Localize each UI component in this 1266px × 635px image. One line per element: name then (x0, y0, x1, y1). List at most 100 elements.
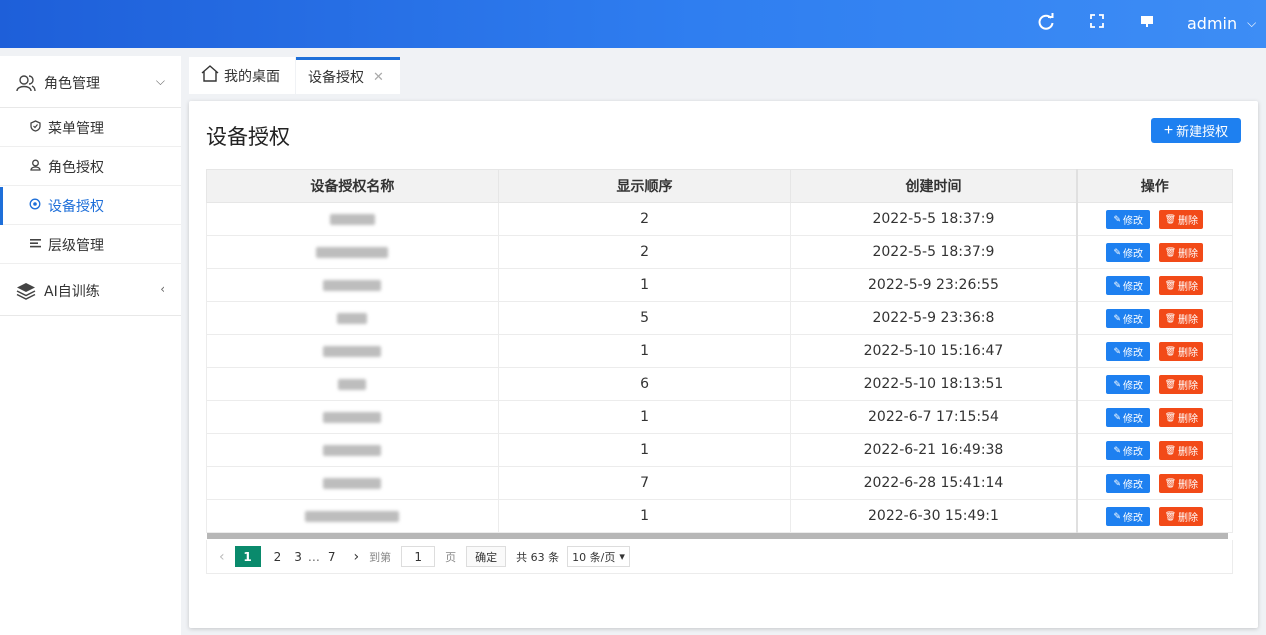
display-order-cell: 1 (497, 334, 792, 368)
delete-button[interactable]: 🗑 删除 (1159, 407, 1204, 427)
redacted-name (323, 411, 382, 423)
edit-button[interactable]: ✎ 修改 (1106, 407, 1151, 427)
sidebar-item-label: 角色授权 (48, 159, 104, 176)
delete-button[interactable]: 🗑 删除 (1159, 506, 1204, 526)
pencil-icon: ✎ (1113, 312, 1122, 323)
chevron-down-icon: ⌵ (155, 74, 165, 88)
trash-icon: 🗑 (1164, 378, 1176, 389)
page-link-last[interactable]: 7 (328, 550, 336, 564)
trash-icon: 🗑 (1164, 411, 1176, 422)
delete-label: 删除 (1178, 413, 1198, 425)
edit-button[interactable]: ✎ 修改 (1106, 275, 1151, 295)
page-size-value: 10 条/页 (572, 550, 616, 564)
pencil-icon: ✎ (1113, 378, 1122, 389)
created-time-cell: 2022-6-21 16:49:38 (790, 433, 1078, 467)
actions-cell: ✎ 修改 🗑 删除 (1075, 235, 1233, 269)
actions-cell: ✎ 修改 🗑 删除 (1075, 466, 1233, 500)
edit-button[interactable]: ✎ 修改 (1106, 242, 1151, 262)
sidebar-group-role[interactable]: 角色管理 ⌵ (0, 58, 181, 108)
delete-button[interactable]: 🗑 删除 (1159, 341, 1204, 361)
edit-button[interactable]: ✎ 修改 (1106, 506, 1151, 526)
data-table: 设备授权名称 显示顺序 创建时间 操作 2 2022-5-5 18:37:9 ✎ 修改… (206, 169, 1233, 533)
table-row: 1 2022-5-9 23:26:55 ✎ 修改 🗑 删除 (206, 268, 1233, 302)
page-link[interactable]: 3 (294, 550, 302, 564)
plus-icon: + (1163, 121, 1174, 139)
edit-button[interactable]: ✎ 修改 (1106, 374, 1151, 394)
column-header[interactable]: 创建时间 (790, 169, 1078, 203)
edit-button[interactable]: ✎ 修改 (1106, 440, 1151, 460)
delete-button[interactable]: 🗑 删除 (1159, 242, 1204, 262)
display-order-cell: 6 (497, 367, 792, 401)
target-icon (28, 198, 42, 213)
page-current[interactable]: 1 (234, 546, 261, 567)
device-auth-name-cell (206, 400, 499, 434)
display-order-cell: 1 (497, 433, 792, 467)
delete-button[interactable]: 🗑 删除 (1159, 440, 1204, 460)
device-auth-name-cell (206, 466, 499, 500)
home-icon (201, 65, 219, 86)
user-menu[interactable]: admin ⌵ (1187, 14, 1256, 33)
sidebar: 角色管理 ⌵ 菜单管理 角色授权 设备授权 层级管理 AI自训练 ‹ (0, 56, 181, 635)
delete-button[interactable]: 🗑 删除 (1159, 374, 1204, 394)
tab-desktop[interactable]: 我的桌面 (189, 57, 295, 94)
new-auth-button[interactable]: + 新建授权 (1151, 118, 1241, 143)
edit-button[interactable]: ✎ 修改 (1106, 209, 1151, 229)
delete-label: 删除 (1178, 314, 1198, 326)
sidebar-item-label: 层级管理 (48, 237, 104, 254)
refresh-icon[interactable] (1035, 13, 1057, 35)
delete-button[interactable]: 🗑 删除 (1159, 473, 1204, 493)
column-header[interactable]: 设备授权名称 (206, 169, 499, 203)
delete-button[interactable]: 🗑 删除 (1159, 308, 1204, 328)
pencil-icon: ✎ (1113, 510, 1122, 521)
table-row: 7 2022-6-28 15:41:14 ✎ 修改 🗑 删除 (206, 466, 1233, 500)
table-header-row: 设备授权名称 显示顺序 创建时间 操作 (206, 169, 1233, 203)
display-order-cell: 2 (497, 202, 792, 236)
goto-confirm-button[interactable]: 确定 (466, 546, 507, 567)
sidebar-item-menu[interactable]: 菜单管理 (0, 109, 181, 147)
device-auth-name-cell (206, 202, 499, 236)
device-auth-name-cell (206, 301, 499, 335)
page-link[interactable]: 2 (274, 550, 282, 564)
edit-label: 修改 (1123, 281, 1144, 293)
redacted-name (305, 510, 400, 522)
display-order-cell: 1 (497, 400, 792, 434)
trash-icon: 🗑 (1164, 345, 1176, 356)
pencil-icon: ✎ (1113, 246, 1122, 257)
delete-button[interactable]: 🗑 删除 (1159, 275, 1204, 295)
tab-label: 设备授权 (308, 70, 364, 86)
delete-button[interactable]: 🗑 删除 (1159, 209, 1204, 229)
edit-button[interactable]: ✎ 修改 (1106, 473, 1151, 493)
fullscreen-icon[interactable] (1086, 13, 1108, 35)
goto-page-input[interactable] (401, 546, 436, 567)
tab-device-auth[interactable]: 设备授权 ✕ (296, 57, 400, 94)
sidebar-item-level[interactable]: 层级管理 (0, 226, 181, 264)
prev-page-icon[interactable]: ‹ (219, 549, 225, 565)
horizontal-scrollbar[interactable] (207, 533, 1228, 539)
display-order-cell: 5 (497, 301, 792, 335)
next-page-icon[interactable]: › (354, 549, 360, 565)
created-time-cell: 2022-6-28 15:41:14 (790, 466, 1078, 500)
column-header[interactable]: 显示顺序 (497, 169, 792, 203)
edit-label: 修改 (1123, 446, 1144, 458)
redacted-name (323, 279, 382, 291)
sidebar-group-ai[interactable]: AI自训练 ‹ (0, 266, 181, 316)
trash-icon: 🗑 (1164, 510, 1176, 521)
actions-cell: ✎ 修改 🗑 删除 (1075, 367, 1233, 401)
edit-button[interactable]: ✎ 修改 (1106, 341, 1151, 361)
sidebar-item-device-auth[interactable]: 设备授权 (0, 187, 181, 225)
edit-label: 修改 (1123, 248, 1144, 260)
user-group-icon (16, 73, 36, 93)
top-header: admin ⌵ (0, 0, 1266, 48)
user-badge-icon (28, 159, 42, 174)
device-auth-name-cell (206, 235, 499, 269)
content-card: 设备授权 + 新建授权 设备授权名称 显示顺序 创建时间 操作 2 2022-5-… (189, 101, 1258, 628)
actions-cell: ✎ 修改 🗑 删除 (1075, 268, 1233, 302)
close-icon[interactable]: ✕ (373, 70, 384, 85)
edit-button[interactable]: ✎ 修改 (1106, 308, 1151, 328)
sidebar-group-label: AI自训练 (44, 283, 100, 300)
edit-label: 修改 (1123, 413, 1144, 425)
edit-label: 修改 (1123, 347, 1144, 359)
monitor-icon[interactable] (1136, 13, 1158, 35)
sidebar-item-role-auth[interactable]: 角色授权 (0, 148, 181, 186)
page-size-select[interactable]: 10 条/页 ▾ (567, 546, 630, 567)
